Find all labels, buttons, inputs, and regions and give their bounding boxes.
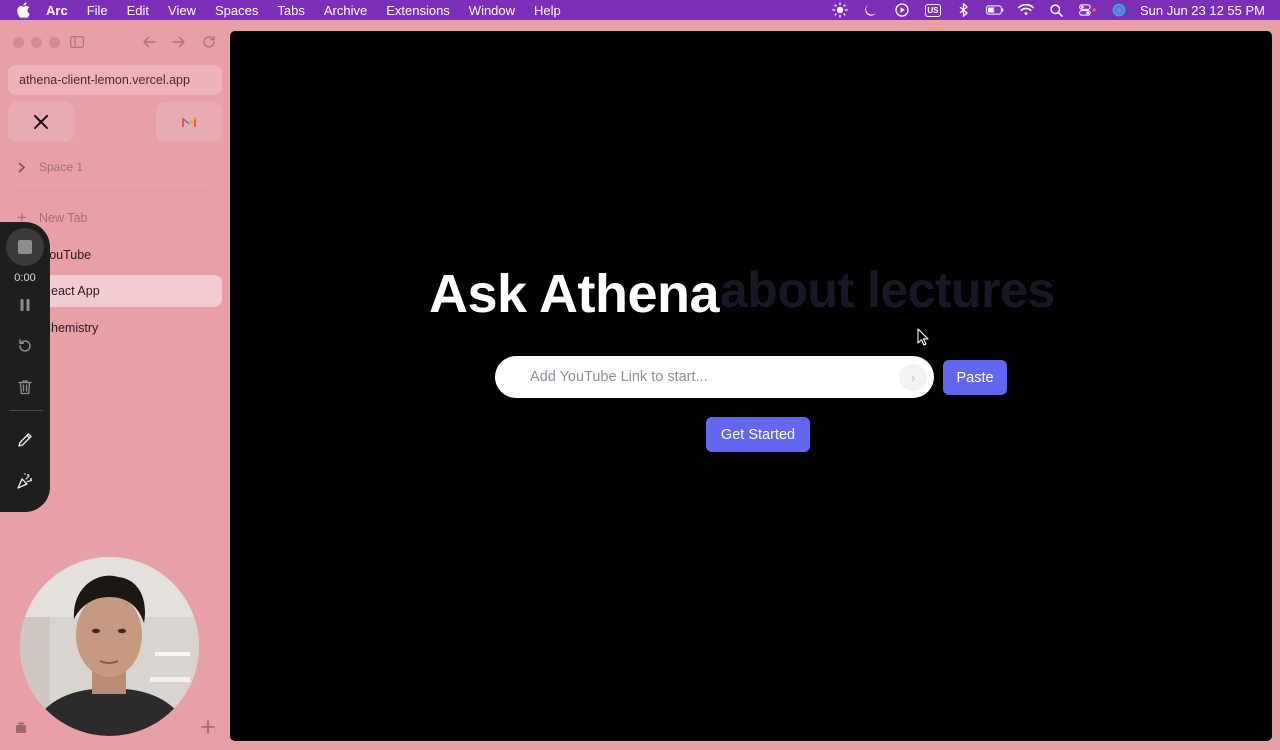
menu-window[interactable]: Window xyxy=(469,3,515,18)
wifi-icon[interactable] xyxy=(1017,3,1035,17)
menu-archive[interactable]: Archive xyxy=(324,3,367,18)
new-tab-label: New Tab xyxy=(39,211,88,225)
menu-edit[interactable]: Edit xyxy=(127,3,149,18)
x-icon xyxy=(34,115,48,129)
menu-view[interactable]: View xyxy=(168,3,196,18)
recording-toolbar: 0:00 xyxy=(0,222,50,512)
menu-bar: Arc File Edit View Spaces Tabs Archive E… xyxy=(0,0,1280,20)
apple-icon[interactable] xyxy=(16,2,32,18)
brightness-icon[interactable] xyxy=(831,2,849,18)
siri-icon[interactable] xyxy=(1110,3,1128,17)
forward-arrow-icon[interactable] xyxy=(169,32,189,52)
pause-icon[interactable] xyxy=(15,295,35,315)
restart-icon[interactable] xyxy=(15,336,35,356)
pencil-icon[interactable] xyxy=(15,430,35,450)
bluetooth-icon[interactable] xyxy=(955,3,973,17)
menu-help[interactable]: Help xyxy=(534,3,561,18)
chevron-right-icon xyxy=(14,162,30,173)
control-center-icon[interactable] xyxy=(1079,3,1097,17)
headline-main: Ask Athena xyxy=(429,264,720,324)
back-arrow-icon[interactable] xyxy=(139,32,159,52)
effects-icon[interactable] xyxy=(15,471,35,491)
keyboard-layout-label: US xyxy=(925,3,941,17)
reload-icon[interactable] xyxy=(199,32,219,52)
library-icon[interactable] xyxy=(12,718,30,736)
chevron-right-icon: › xyxy=(910,370,916,385)
space-toggle[interactable]: Space 1 xyxy=(14,158,83,176)
keyboard-layout-icon[interactable]: US xyxy=(924,3,942,17)
add-icon[interactable] xyxy=(199,718,217,736)
search-icon[interactable] xyxy=(1048,3,1066,17)
trash-icon[interactable] xyxy=(15,377,35,397)
play-circle-icon[interactable] xyxy=(893,3,911,17)
pinned-gmail[interactable] xyxy=(156,102,222,142)
submit-arrow-button[interactable]: › xyxy=(899,364,927,391)
headline-animated: about lectures xyxy=(720,262,1055,318)
menu-tabs[interactable]: Tabs xyxy=(277,3,304,18)
url-bar[interactable]: athena-client-lemon.vercel.app xyxy=(8,65,222,95)
page-headline: Ask Athena xyxy=(429,263,720,325)
menu-app-name[interactable]: Arc xyxy=(46,3,68,18)
mouse-cursor-icon xyxy=(917,328,929,346)
battery-icon[interactable] xyxy=(986,3,1004,17)
get-started-button[interactable]: Get Started xyxy=(706,417,810,452)
webcam-bubble[interactable] xyxy=(20,557,199,736)
web-content: Ask Athena about lectures › Paste Get St… xyxy=(230,31,1272,741)
stop-recording-button[interactable] xyxy=(6,228,44,266)
toolbar-divider xyxy=(9,410,43,411)
sidebar-divider xyxy=(15,190,213,191)
menu-extensions[interactable]: Extensions xyxy=(386,3,450,18)
moon-icon[interactable] xyxy=(862,3,880,17)
menu-clock[interactable]: Sun Jun 23 12 55 PM xyxy=(1140,3,1265,18)
gmail-icon xyxy=(182,116,196,127)
youtube-link-input[interactable] xyxy=(495,356,934,398)
menu-spaces[interactable]: Spaces xyxy=(215,3,258,18)
sidebar-toggle-icon[interactable] xyxy=(67,32,87,52)
paste-button[interactable]: Paste xyxy=(943,360,1007,395)
recording-timer: 0:00 xyxy=(14,272,36,284)
space-label: Space 1 xyxy=(39,160,84,174)
menu-file[interactable]: File xyxy=(87,3,108,18)
stop-icon xyxy=(18,240,32,254)
minimize-window-button[interactable] xyxy=(31,37,42,48)
pinned-x[interactable] xyxy=(8,102,74,142)
close-window-button[interactable] xyxy=(13,37,24,48)
zoom-window-button[interactable] xyxy=(49,37,60,48)
